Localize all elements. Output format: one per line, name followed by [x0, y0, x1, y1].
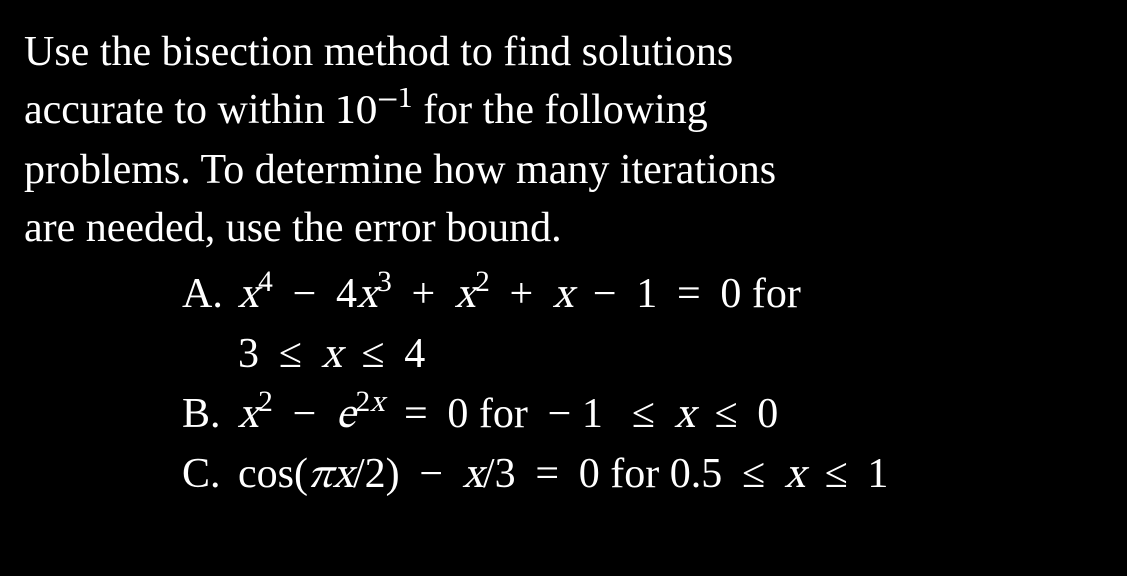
range-c-lo: 0.5	[670, 451, 723, 497]
eq-b-for: for	[468, 391, 538, 437]
eq-a-exp2: 3	[377, 266, 392, 298]
eq-a-plus1: +	[401, 271, 446, 317]
item-letter-c: C.	[182, 446, 238, 506]
eq-c-lparen: (	[294, 451, 308, 497]
eq-c-minus: −	[409, 451, 454, 497]
eq-c-slash1: /	[353, 451, 365, 497]
eq-a-coef1: 4	[336, 271, 357, 317]
range-c-hi: 1	[867, 451, 888, 497]
eq-a-x1: x	[238, 275, 258, 317]
eq-c-slash2: /	[483, 451, 495, 497]
problem-intro: Use the bisection method to find solutio…	[24, 24, 1107, 258]
eq-b-zero: 0	[447, 391, 468, 437]
eq-b-eexp: 2x	[355, 386, 384, 418]
eq-a-x2: x	[357, 275, 377, 317]
eq-a-minus2: −	[582, 271, 627, 317]
item-body-c: cos(πx/2) − x/3 = 0 for 0.5 ≤ x ≤ 1	[238, 446, 1107, 506]
eq-c-zero: 0	[579, 451, 600, 497]
range-a-leq2: ≤	[351, 331, 395, 377]
range-b-hi: 0	[757, 391, 778, 437]
range-c-leq2: ≤	[814, 451, 858, 497]
eq-c-pi: π	[308, 455, 333, 497]
eq-a-zero: 0	[720, 271, 741, 317]
item-b: B. x2 − e2x = 0 for − 1 ≤ x ≤ 0	[182, 386, 1107, 446]
intro-line-4: are needed, use the error bound.	[24, 205, 562, 251]
eq-b-eq: =	[394, 391, 439, 437]
problem-list: A. x4 − 4x3 + x2 + x − 1 = 0 for 3 ≤ x ≤…	[24, 266, 1107, 506]
range-c-var: x	[785, 455, 805, 497]
eq-a-one: 1	[636, 271, 657, 317]
item-letter-b: B.	[182, 386, 238, 446]
eq-c-rparen: )	[386, 451, 400, 497]
range-a-lo: 3	[238, 331, 259, 377]
eq-c-two: 2	[365, 451, 386, 497]
eq-c-three: 3	[495, 451, 516, 497]
range-b-leq1: ≤	[621, 391, 665, 437]
tolerance-base: 10	[335, 91, 377, 133]
eq-c-eq: =	[525, 451, 570, 497]
intro-line-1: Use the bisection method to find solutio…	[24, 29, 733, 75]
intro-line-3: problems. To determine how many iteratio…	[24, 147, 776, 193]
item-a: A. x4 − 4x3 + x2 + x − 1 = 0 for 3 ≤ x ≤…	[182, 266, 1107, 386]
eq-b-e: e	[336, 395, 356, 437]
item-body-a: x4 − 4x3 + x2 + x − 1 = 0 for 3 ≤ x ≤ 4	[238, 266, 1107, 386]
eq-a-exp1: 4	[258, 266, 273, 298]
range-b-var: x	[675, 395, 695, 437]
item-letter-a: A.	[182, 266, 238, 386]
range-a-hi: 4	[404, 331, 425, 377]
eq-b-exp1: 2	[258, 386, 273, 418]
eq-a-exp3: 2	[475, 266, 490, 298]
intro-line-2a: accurate to within	[24, 87, 335, 133]
eq-c-cos: cos	[238, 451, 294, 497]
eq-b-x1: x	[238, 395, 258, 437]
eq-c-x2: x	[463, 455, 483, 497]
eq-a-for: for	[741, 271, 800, 317]
range-c-leq1: ≤	[731, 451, 775, 497]
range-a-var: x	[322, 335, 342, 377]
eq-b-minus: −	[282, 391, 327, 437]
range-b-lo: − 1	[548, 391, 603, 437]
eq-a-x3: x	[455, 275, 475, 317]
intro-line-2b: for the following	[413, 87, 708, 133]
eq-a-plus2: +	[499, 271, 544, 317]
tolerance-exponent: −1	[377, 85, 413, 114]
eq-a-minus1: −	[282, 271, 327, 317]
item-c: C. cos(πx/2) − x/3 = 0 for 0.5 ≤ x ≤ 1	[182, 446, 1107, 506]
item-body-b: x2 − e2x = 0 for − 1 ≤ x ≤ 0	[238, 386, 1107, 446]
eq-c-x1: x	[333, 455, 353, 497]
eq-c-for: for	[600, 451, 670, 497]
range-a-leq1: ≤	[268, 331, 312, 377]
eq-a-eq: =	[666, 271, 711, 317]
range-b-leq2: ≤	[704, 391, 748, 437]
eq-a-x4: x	[553, 275, 573, 317]
